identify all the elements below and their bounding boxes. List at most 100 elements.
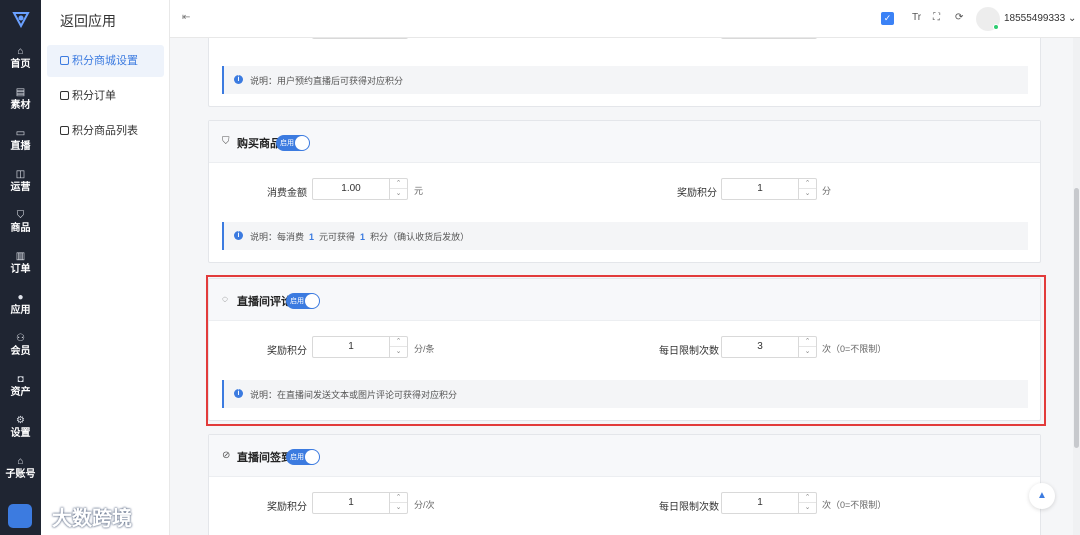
comment-daily-limit-input[interactable]: 3 xyxy=(722,337,798,357)
checkin-daily-limit-stepper[interactable]: 1 ⌃ ⌄ xyxy=(721,492,817,514)
live-icon: ▭ xyxy=(15,128,26,139)
increase-icon[interactable]: ⌃ xyxy=(390,493,407,503)
checkin-daily-limit-label: 每日限制次数 xyxy=(659,502,719,513)
rail-item-members[interactable]: ⚇ 会员 xyxy=(0,333,41,369)
reserve-points-stepper[interactable] xyxy=(312,38,408,39)
reward-points-label: 奖励积分 xyxy=(677,188,717,199)
info-icon: i xyxy=(234,389,243,398)
main-rail: ⌂ 首页 ▤ 素材 ▭ 直播 ◫ 运营 ⛉ 商品 ▥ 订单 ● 应用 ⚇ 会员 ◘ 资产 ⚙ 设置 … xyxy=(0,0,41,535)
comment-daily-limit-stepper[interactable]: 3 ⌃ ⌄ xyxy=(721,336,817,358)
checkin-points-input[interactable]: 1 xyxy=(313,493,389,513)
increase-icon[interactable]: ⌃ xyxy=(799,493,816,503)
rail-item-subaccount[interactable]: ⌂ 子账号 xyxy=(0,456,41,492)
decrease-icon[interactable]: ⌄ xyxy=(799,347,816,357)
spend-amount-unit: 元 xyxy=(414,186,424,196)
comment-daily-limit-unit: 次（0=不限制） xyxy=(822,344,887,354)
live-comment-title: 直播间评论 xyxy=(237,296,292,308)
checkin-points-stepper[interactable]: 1 ⌃ ⌄ xyxy=(312,492,408,514)
live-comment-card: ◌ 直播间评论 启用 奖励积分 1 ⌃ ⌄ 分/条 每日限制次数 3 ⌃ ⌄ 次（0… xyxy=(208,278,1041,421)
info-icon: i xyxy=(234,231,243,240)
top-bar: ⇤ ✓ Tr ⛶ ⟳ 18555499333 ⌄ xyxy=(170,0,1080,38)
spend-amount-stepper[interactable]: 1.00 ⌃ ⌄ xyxy=(312,178,408,200)
watermark: 大数跨境 xyxy=(52,508,132,530)
comment-points-input[interactable]: 1 xyxy=(313,337,389,357)
checkbox-icon[interactable]: ✓ xyxy=(881,12,894,25)
rail-item-home[interactable]: ⌂ 首页 xyxy=(0,46,41,82)
cart-icon: ⛉ xyxy=(222,136,230,147)
fullscreen-icon[interactable]: ⛶ xyxy=(933,12,940,23)
avatar[interactable] xyxy=(976,7,1000,31)
live-checkin-title: 直播间签到 xyxy=(237,452,292,464)
purchase-note: i 说明：每消费 1 元可获得 1 积分（确认收货后发放） xyxy=(222,222,1028,250)
spend-amount-input[interactable]: 1.00 xyxy=(313,179,389,199)
subaccount-icon: ⌂ xyxy=(17,456,24,467)
material-icon: ▤ xyxy=(15,87,26,98)
comment-points-stepper[interactable]: 1 ⌃ ⌄ xyxy=(312,336,408,358)
rail-item-assets[interactable]: ◘ 资产 xyxy=(0,374,41,410)
comment-points-label: 奖励积分 xyxy=(267,346,307,357)
subnav-item-points-mall-settings[interactable]: 积分商城设置 xyxy=(47,45,164,77)
subnav-item-points-orders[interactable]: 积分订单 xyxy=(47,80,164,112)
comment-note: i 说明：在直播间发送文本或图片评论可获得对应积分 xyxy=(222,380,1028,408)
assets-icon: ◘ xyxy=(17,374,24,385)
scroll-thumb[interactable] xyxy=(1074,188,1079,448)
app-drop-icon: ● xyxy=(17,292,24,303)
purchase-goods-toggle[interactable]: 启用 xyxy=(276,135,310,151)
members-icon: ⚇ xyxy=(16,333,25,344)
increase-icon[interactable]: ⌃ xyxy=(799,179,816,189)
reserve-limit-stepper[interactable] xyxy=(721,38,817,39)
online-status-dot xyxy=(993,24,999,30)
chevron-down-icon: ⌄ xyxy=(1067,13,1077,24)
rail-item-live[interactable]: ▭ 直播 xyxy=(0,128,41,164)
back-to-apps-link[interactable]: 返回应用 xyxy=(60,11,116,31)
decrease-icon[interactable]: ⌄ xyxy=(390,503,407,513)
rail-item-operation[interactable]: ◫ 运营 xyxy=(0,169,41,205)
reward-points-stepper[interactable]: 1 ⌃ ⌄ xyxy=(721,178,817,200)
purchase-goods-title: 购买商品 xyxy=(237,138,281,150)
back-to-top-button[interactable]: ▲ xyxy=(1029,483,1055,509)
cart-icon: ⛉ xyxy=(16,210,25,221)
content-scrollbar[interactable] xyxy=(1073,38,1080,535)
reserve-note: i 说明：用户预约直播后可获得对应积分 xyxy=(222,66,1028,94)
comment-daily-limit-label: 每日限制次数 xyxy=(659,346,719,357)
comment-points-unit: 分/条 xyxy=(414,344,435,354)
increase-icon[interactable]: ⌃ xyxy=(799,337,816,347)
rail-item-settings[interactable]: ⚙ 设置 xyxy=(0,415,41,451)
rail-item-goods[interactable]: ⛉ 商品 xyxy=(0,210,41,246)
operation-icon: ◫ xyxy=(15,169,26,180)
reward-points-input[interactable]: 1 xyxy=(722,179,798,199)
home-icon: ⌂ xyxy=(17,46,24,57)
live-checkin-card: ⊘ 直播间签到 启用 奖励积分 1 ⌃ ⌄ 分/次 每日限制次数 1 ⌃ ⌄ 次（0… xyxy=(208,434,1041,535)
checkin-points-unit: 分/次 xyxy=(414,500,435,510)
increase-icon[interactable]: ⌃ xyxy=(390,179,407,189)
decrease-icon[interactable]: ⌄ xyxy=(799,189,816,199)
rail-item-orders[interactable]: ▥ 订单 xyxy=(0,251,41,287)
increase-icon[interactable]: ⌃ xyxy=(390,337,407,347)
subnav-item-points-goods-list[interactable]: 积分商品列表 xyxy=(47,115,164,147)
live-comment-toggle[interactable]: 启用 xyxy=(286,293,320,309)
sub-navigation: 返回应用 积分商城设置 积分订单 积分商品列表 xyxy=(41,0,170,535)
live-checkin-toggle[interactable]: 启用 xyxy=(286,449,320,465)
decrease-icon[interactable]: ⌄ xyxy=(799,503,816,513)
document-icon xyxy=(60,126,69,135)
document-icon xyxy=(60,56,69,65)
purchase-goods-card: ⛉ 购买商品 启用 消费金额 1.00 ⌃ ⌄ 元 奖励积分 1 ⌃ ⌄ 分 i 说… xyxy=(208,120,1041,263)
reward-points-unit: 分 xyxy=(822,186,832,196)
decrease-icon[interactable]: ⌄ xyxy=(390,189,407,199)
checkin-daily-limit-input[interactable]: 1 xyxy=(722,493,798,513)
spend-amount-label: 消费金额 xyxy=(267,188,307,199)
rail-item-material[interactable]: ▤ 素材 xyxy=(0,87,41,123)
order-icon: ▥ xyxy=(15,251,26,262)
settings-content: i 说明：用户预约直播后可获得对应积分 ⛉ 购买商品 启用 消费金额 1.00 … xyxy=(170,38,1080,535)
rail-item-apps[interactable]: ● 应用 xyxy=(0,292,41,328)
collapse-sidebar-icon[interactable]: ⇤ xyxy=(182,12,190,23)
reserve-live-card: i 说明：用户预约直播后可获得对应积分 xyxy=(208,38,1041,107)
comment-icon: ◌ xyxy=(222,294,228,305)
arrow-up-icon: ▲ xyxy=(1037,490,1047,501)
refresh-icon[interactable]: ⟳ xyxy=(955,12,963,23)
font-size-icon[interactable]: Tr xyxy=(912,12,921,23)
app-logo-icon[interactable] xyxy=(11,9,31,29)
user-menu[interactable]: 18555499333 ⌄ xyxy=(1004,13,1076,24)
info-icon: i xyxy=(234,75,243,84)
decrease-icon[interactable]: ⌄ xyxy=(390,347,407,357)
